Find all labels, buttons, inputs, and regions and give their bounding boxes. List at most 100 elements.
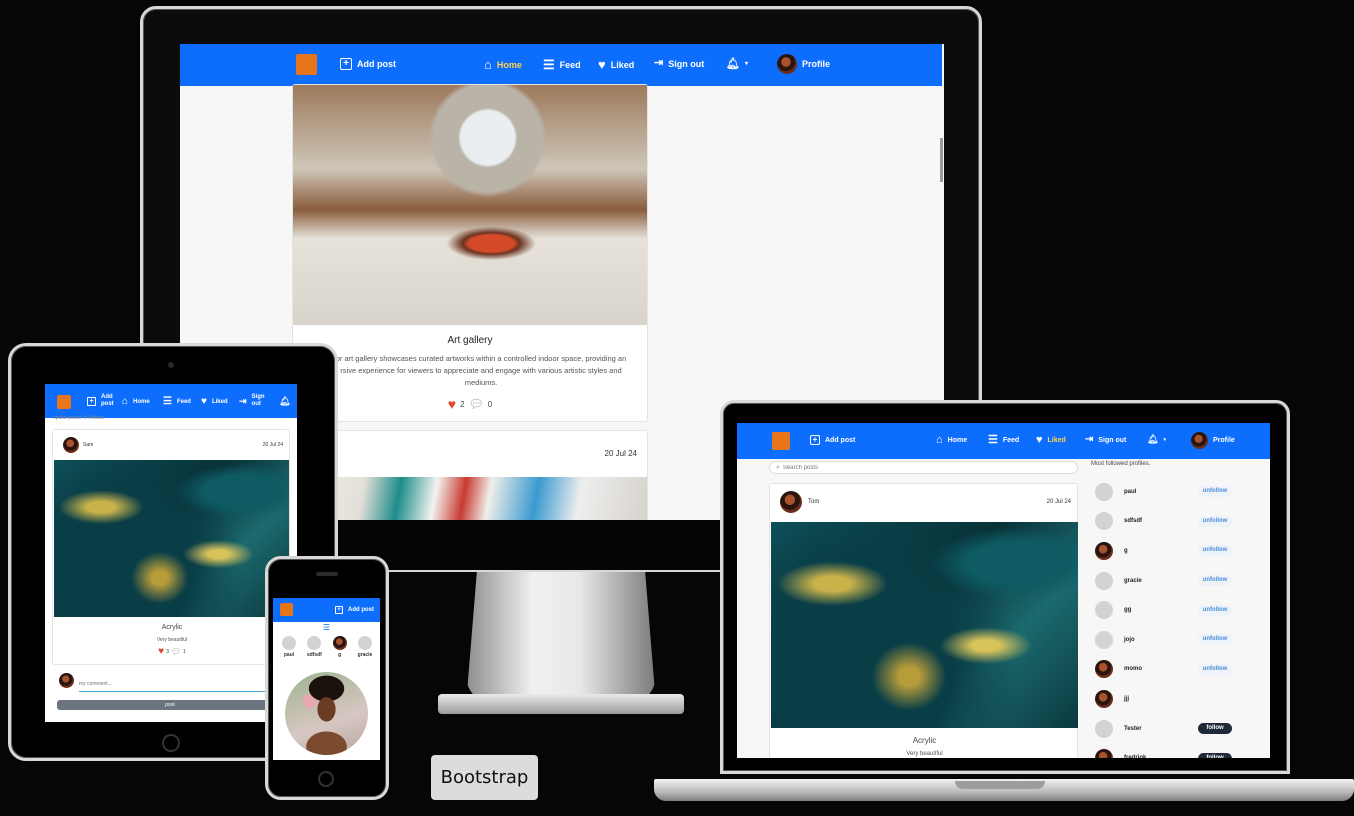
nav-home[interactable]: ⌂ Home (122, 397, 150, 407)
sign-out-icon: ⇥ (239, 395, 247, 406)
nav-add-post-label: Add post (348, 607, 374, 613)
avatar[interactable] (1095, 660, 1113, 679)
unfollow-button[interactable]: unfollow (1198, 515, 1232, 527)
nav-add-post[interactable]: + Add post (340, 58, 396, 70)
nav-feed-label: Feed (559, 59, 581, 70)
post-description: Very beautiful (906, 751, 943, 757)
sign-out-icon: ⇥ (654, 57, 664, 69)
profile-item[interactable]: gracie (353, 636, 377, 662)
site-logo[interactable] (772, 432, 790, 450)
unfollow-button[interactable]: unfollow (1198, 486, 1232, 498)
post-date: 20 Jul 24 (262, 442, 283, 448)
nav-sign-out[interactable]: ⇥ Sign out (1085, 435, 1126, 445)
nav-add-post[interactable]: + Add post (87, 394, 114, 408)
avatar[interactable] (1095, 541, 1113, 560)
profile-name[interactable]: g (1124, 548, 1128, 554)
nav-profile[interactable]: Profile (777, 54, 830, 74)
heart-icon[interactable]: ♥ (158, 647, 164, 657)
post-description: Very beautiful (156, 637, 188, 643)
unfollow-button[interactable]: unfollow (1198, 604, 1232, 616)
post-image[interactable] (293, 477, 647, 520)
avatar[interactable] (1095, 571, 1113, 590)
tablet-home-button[interactable] (162, 734, 180, 752)
avatar[interactable] (1095, 630, 1113, 649)
profile-name[interactable]: paul (1124, 489, 1136, 495)
post-comment-button[interactable]: post (57, 700, 283, 710)
profile-name[interactable]: momo (1124, 666, 1142, 672)
nav-feed-label: Feed (1002, 437, 1020, 444)
nav-home[interactable]: ⌂ Home (484, 58, 522, 71)
follow-button[interactable]: follow (1198, 723, 1232, 735)
nav-sign-out[interactable]: ⇥ Sign out (654, 58, 704, 69)
nav-add-post[interactable]: + Add post (335, 606, 374, 614)
heart-icon[interactable]: ♥ (448, 397, 456, 411)
avatar[interactable] (1095, 512, 1113, 531)
nav-add-post-label: Add post (101, 394, 114, 407)
profile-item[interactable]: sdfsdf (302, 636, 326, 662)
avatar[interactable] (780, 491, 802, 513)
unfollow-button[interactable]: unfollow (1198, 663, 1232, 675)
unfollow-button[interactable]: unfollow (1198, 545, 1232, 557)
nav-liked-label: Liked (1047, 437, 1066, 444)
post-card: Sam 20 Jul 24 Acrylic Very beautiful ♥ 3… (52, 429, 290, 665)
nav-feed[interactable]: ☰ Feed (988, 435, 1019, 446)
nav-feed[interactable]: ☰ Feed (163, 397, 191, 407)
profile-name[interactable]: Tester (1124, 726, 1142, 732)
notifications-dropdown[interactable]: 🔔︎ (279, 396, 290, 407)
nav-liked-label: Liked (211, 399, 228, 405)
nav-liked[interactable]: ♥ Liked (598, 58, 634, 71)
profile-name[interactable]: gg (1124, 607, 1131, 613)
avatar[interactable] (1095, 719, 1113, 738)
profile-name: g (338, 652, 342, 658)
site-logo[interactable] (280, 603, 293, 616)
nav-home-label: Home (133, 399, 150, 405)
nav-add-post[interactable]: + Add post (810, 435, 855, 445)
avatar[interactable] (1095, 601, 1113, 620)
post-author[interactable]: Sam (83, 442, 93, 448)
profile-name[interactable]: jojo (1124, 637, 1135, 643)
post-image[interactable] (771, 522, 1078, 728)
site-logo[interactable] (296, 54, 317, 75)
nav-liked[interactable]: ♥ Liked (1036, 435, 1066, 446)
post-author[interactable]: Tom (808, 499, 819, 505)
notifications-dropdown[interactable]: 🔔︎ ▾ (1147, 434, 1166, 445)
plus-square-icon: + (87, 396, 96, 406)
comment-icon[interactable]: 💬︎ (469, 398, 484, 410)
search-input[interactable] (782, 464, 1063, 471)
bootstrap-label-button[interactable]: Bootstrap (431, 755, 538, 800)
tablet-camera (168, 362, 174, 368)
profile-name[interactable]: gracie (1124, 578, 1142, 584)
profile-item[interactable]: paul (277, 636, 301, 662)
post-image-art-gallery[interactable] (293, 85, 647, 325)
nav-liked[interactable]: ♥ Liked (201, 397, 228, 407)
nav-feed[interactable]: ☰ Feed (543, 58, 581, 71)
notifications-dropdown[interactable]: 🔔︎ ▾ (726, 57, 748, 70)
profile-item[interactable]: g (328, 636, 352, 662)
nav-home[interactable]: ⌂ Home (936, 435, 967, 446)
post-title: Acrylic (161, 624, 183, 631)
menu-toggle-icon[interactable]: ☰ (273, 622, 380, 634)
post-title: Art gallery (447, 335, 493, 346)
nav-profile[interactable]: Profile (1191, 432, 1235, 449)
follow-button[interactable]: follow (1198, 752, 1232, 758)
avatar[interactable] (1095, 689, 1113, 708)
avatar[interactable] (63, 437, 79, 453)
unfollow-button[interactable]: unfollow (1198, 634, 1232, 646)
avatar[interactable] (1095, 482, 1113, 501)
profile-row: gg unfollow (1095, 595, 1245, 625)
phone-navbar: + Add post (273, 598, 380, 622)
phone-home-button[interactable] (318, 771, 334, 787)
scrollbar[interactable] (940, 138, 943, 182)
avatar[interactable] (1095, 749, 1113, 758)
comment-input[interactable] (79, 676, 287, 692)
nav-sign-out[interactable]: ⇥ Sign out (239, 394, 265, 408)
search-bar[interactable]: ⌕ (769, 461, 1078, 474)
site-logo[interactable] (57, 395, 71, 409)
post-image[interactable] (54, 460, 289, 617)
heart-icon: ♥ (1036, 434, 1043, 446)
profile-name[interactable]: fredriok (1124, 755, 1146, 758)
profile-name[interactable]: jjj (1124, 696, 1129, 702)
unfollow-button[interactable]: unfollow (1198, 575, 1232, 587)
comment-icon[interactable]: 💬︎ (171, 648, 181, 656)
profile-name[interactable]: sdfsdf (1124, 518, 1142, 524)
